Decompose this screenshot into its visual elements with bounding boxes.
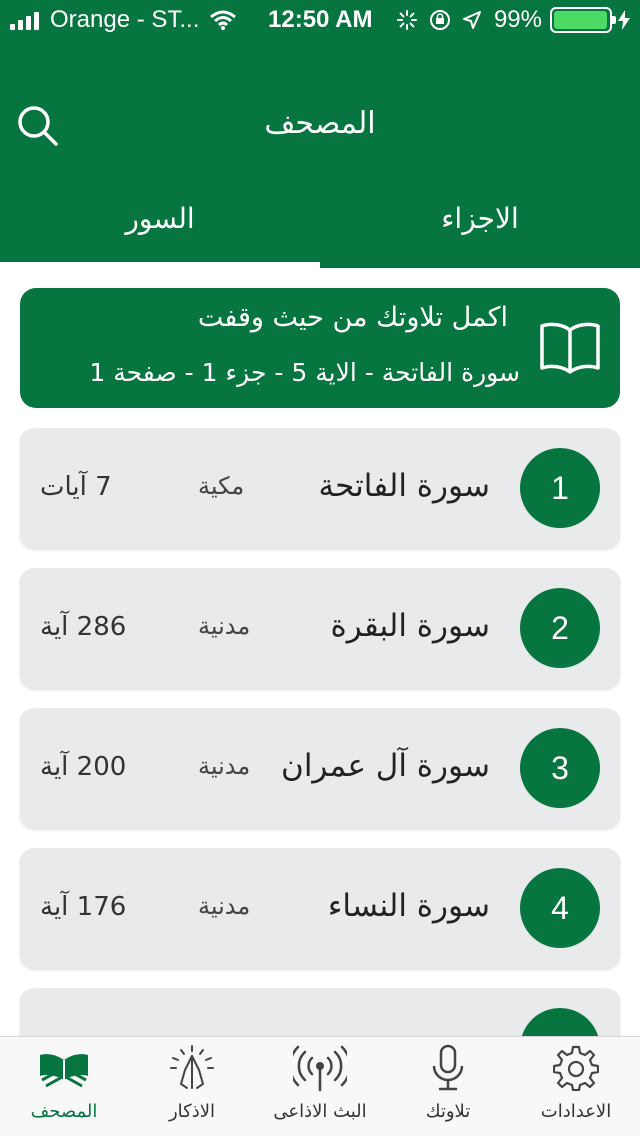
tab-surahs[interactable]: السور	[0, 176, 320, 268]
surah-revelation-type: مدنية	[198, 752, 251, 780]
nav-recitation[interactable]: تلاوتك	[384, 1037, 512, 1136]
surah-row[interactable]: 3 سورة آل عمران مدنية 200 آية	[20, 708, 620, 828]
nav-radio-label: البث الاذاعى	[273, 1101, 367, 1122]
praying-hands-icon	[162, 1043, 222, 1093]
status-time: 12:50 AM	[268, 6, 373, 33]
location-arrow-icon	[462, 11, 481, 29]
nav-radio[interactable]: البث الاذاعى	[256, 1037, 384, 1136]
page-title: المصحف	[264, 106, 376, 141]
surah-number-badge: 3	[520, 728, 600, 808]
surah-revelation-type: مكية	[198, 472, 245, 500]
surah-verse-count: 176 آية	[40, 892, 127, 922]
battery-icon	[550, 7, 616, 33]
surah-verse-count: 200 آية	[40, 752, 127, 782]
surah-verse-count: 286 آية	[40, 612, 127, 642]
status-right: 99%	[396, 6, 630, 34]
nav-azkar-label: الاذكار	[168, 1101, 216, 1122]
charging-bolt-icon	[618, 10, 630, 30]
wifi-icon	[210, 10, 237, 30]
radio-broadcast-icon	[290, 1043, 350, 1093]
gear-icon	[546, 1043, 606, 1093]
continue-reading-position: سورة الفاتحة - الاية 5 - جزء 1 - صفحة 1	[89, 358, 520, 387]
surah-name: سورة البقرة	[330, 608, 491, 644]
microphone-icon	[418, 1043, 478, 1093]
surah-row[interactable]: 4 سورة النساء مدنية 176 آية	[20, 848, 620, 968]
quran-icon	[34, 1043, 94, 1093]
nav-settings[interactable]: الاعدادات	[512, 1037, 640, 1136]
nav-mushaf-label: المصحف	[30, 1101, 98, 1122]
continue-reading-title: اكمل تلاوتك من حيث وقفت	[197, 302, 508, 333]
surah-number-badge: 2	[520, 588, 600, 668]
nav-recitation-label: تلاوتك	[425, 1101, 471, 1122]
activity-spinner-icon	[396, 10, 417, 30]
surah-verse-count: 7 آيات	[40, 472, 112, 502]
tab-juz[interactable]: الاجزاء	[320, 176, 640, 268]
status-bar: Orange - ST... 12:50 AM 99%	[0, 0, 640, 40]
surah-number-badge: 1	[520, 448, 600, 528]
surah-name: سورة الفاتحة	[318, 468, 491, 504]
surah-number-badge: 4	[520, 868, 600, 948]
nav-azkar[interactable]: الاذكار	[128, 1037, 256, 1136]
surah-name: سورة النساء	[327, 888, 490, 924]
surah-revelation-type: مدنية	[198, 612, 251, 640]
tab-surahs-label: السور	[125, 201, 195, 235]
signal-strength-icon	[10, 10, 42, 30]
surah-row[interactable]: 2 سورة البقرة مدنية 286 آية	[20, 568, 620, 688]
bottom-tab-bar: المصحف الاذكار البث الاذاعى تلاوتك الاعد…	[0, 1036, 640, 1136]
tab-juz-label: الاجزاء	[441, 201, 519, 235]
status-left: Orange - ST...	[10, 6, 237, 34]
tab-bar: السور الاجزاء	[0, 176, 640, 268]
title-row: المصحف	[0, 88, 640, 160]
surah-row[interactable]: 1 سورة الفاتحة مكية 7 آيات	[20, 428, 620, 548]
surah-revelation-type: مدنية	[198, 892, 251, 920]
orientation-lock-icon	[429, 10, 450, 30]
open-book-icon	[540, 322, 600, 374]
app-header: Orange - ST... 12:50 AM 99% المصحف السور…	[0, 0, 640, 268]
surah-name: سورة آل عمران	[281, 748, 490, 784]
battery-level-fill	[554, 11, 608, 29]
carrier-name: Orange - ST...	[50, 6, 200, 33]
battery-percent: 99%	[493, 6, 542, 33]
nav-mushaf[interactable]: المصحف	[0, 1037, 128, 1136]
nav-settings-label: الاعدادات	[540, 1101, 612, 1122]
continue-reading-card[interactable]: اكمل تلاوتك من حيث وقفت سورة الفاتحة - ا…	[20, 288, 620, 408]
